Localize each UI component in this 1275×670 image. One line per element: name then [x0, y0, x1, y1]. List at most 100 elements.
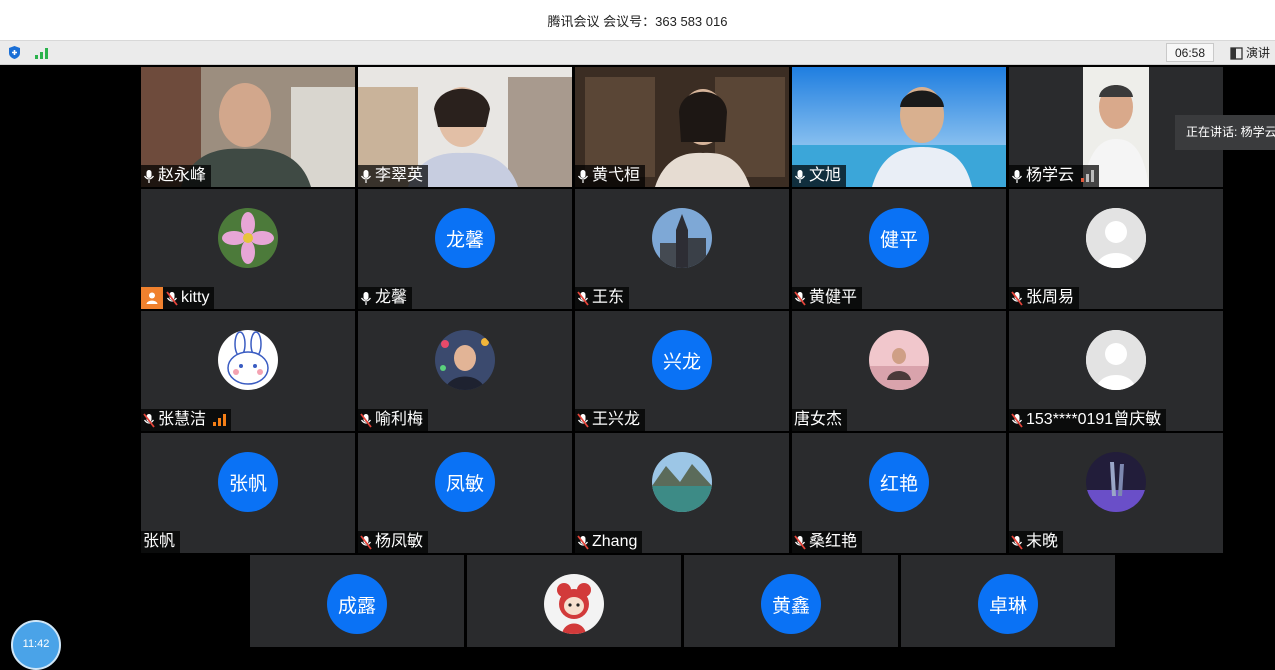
- participant-name: 张帆: [143, 533, 176, 550]
- participant-name: 王兴龙: [592, 411, 641, 428]
- layout-icon: [1230, 46, 1243, 60]
- mic-muted-icon: [166, 290, 178, 306]
- participant-name-bar: 桑红艳: [792, 531, 863, 553]
- mic-muted-icon: [1011, 412, 1023, 428]
- participant-name: 杨凤敏: [375, 533, 424, 550]
- participant-tile-video[interactable]: 赵永峰: [141, 67, 355, 187]
- mic-icon: [360, 291, 372, 305]
- meeting-timer: 06:58: [1166, 43, 1214, 62]
- participant-name: 王东: [592, 289, 625, 306]
- participant-name-bar: 赵永峰: [141, 165, 212, 187]
- participant-tile[interactable]: Zhang: [575, 433, 789, 553]
- participant-tile[interactable]: 153****0191曾庆敏: [1009, 311, 1223, 431]
- user-icon: [141, 287, 163, 309]
- default-avatar-icon: [1086, 330, 1146, 390]
- dark-avatar-icon: [1086, 452, 1146, 512]
- mic-icon: [577, 169, 589, 183]
- person-avatar-icon: [435, 330, 495, 390]
- flower-avatar-icon: [218, 208, 278, 268]
- participant-name: 龙馨: [375, 289, 408, 306]
- participant-tile[interactable]: 龙馨 龙馨: [358, 189, 572, 309]
- participant-name: kitty: [181, 289, 210, 306]
- mic-icon: [143, 169, 155, 183]
- participant-avatar: 红艳: [869, 452, 929, 512]
- mic-muted-icon: [360, 412, 372, 428]
- participant-tile[interactable]: 卓琳: [901, 555, 1115, 647]
- participant-name-bar: 李翠英: [358, 165, 429, 187]
- participant-name-bar: 王兴龙: [575, 409, 646, 431]
- participant-avatar: 黄鑫: [761, 574, 821, 634]
- mic-icon: [360, 169, 372, 183]
- participant-avatar: 张帆: [218, 452, 278, 512]
- participant-name: 桑红艳: [809, 533, 858, 550]
- signal-bars-icon: [1081, 170, 1095, 182]
- participant-tile[interactable]: 兴龙 王兴龙: [575, 311, 789, 431]
- mic-muted-icon: [577, 412, 589, 428]
- participant-avatar: 龙馨: [435, 208, 495, 268]
- participant-name-bar: Zhang: [575, 531, 643, 553]
- participant-tile[interactable]: 张慧洁: [141, 311, 355, 431]
- participant-tile[interactable]: [467, 555, 681, 647]
- participant-tile[interactable]: 张周易: [1009, 189, 1223, 309]
- participant-tile[interactable]: 成露: [250, 555, 464, 647]
- participant-avatar: 凤敏: [435, 452, 495, 512]
- participant-name: 末晚: [1026, 533, 1059, 550]
- mic-muted-icon: [577, 290, 589, 306]
- floating-clock-widget[interactable]: 11:42: [11, 620, 61, 670]
- participant-name-bar: 唐女杰: [792, 409, 848, 431]
- participant-avatar: 兴龙: [652, 330, 712, 390]
- participant-name: 文旭: [809, 167, 842, 184]
- participant-name: 张慧洁: [158, 411, 207, 428]
- participant-name: Zhang: [592, 533, 638, 550]
- participant-avatar: 卓琳: [978, 574, 1038, 634]
- participant-name: 黄健平: [809, 289, 858, 306]
- mic-icon: [794, 169, 806, 183]
- participant-name-bar: 张周易: [1009, 287, 1080, 309]
- participant-name-bar: 黄弋桓: [575, 165, 646, 187]
- participant-name: 黄弋桓: [592, 167, 641, 184]
- participant-name-bar: 153****0191曾庆敏: [1009, 409, 1167, 431]
- mic-muted-icon: [1011, 290, 1023, 306]
- participant-name: 喻利梅: [375, 411, 424, 428]
- clock-time: 11:42: [22, 638, 50, 650]
- mic-muted-icon: [794, 534, 806, 550]
- participant-tile-video[interactable]: 文旭: [792, 67, 1006, 187]
- top-toolbar: 06:58 演讲: [0, 40, 1275, 65]
- participant-name: 李翠英: [375, 167, 424, 184]
- speaker-view-button[interactable]: 演讲: [1230, 44, 1270, 62]
- participant-name-bar: 末晚: [1009, 531, 1064, 553]
- participant-name-bar: 喻利梅: [358, 409, 429, 431]
- mic-muted-icon: [794, 290, 806, 306]
- room-avatar-icon: [869, 330, 929, 390]
- network-signal-icon[interactable]: [34, 46, 50, 60]
- participant-tile-video[interactable]: 李翠英: [358, 67, 572, 187]
- participant-name: 153****0191曾庆敏: [1026, 411, 1162, 428]
- participant-name-bar: 王东: [575, 287, 630, 309]
- window-title: 腾讯会议 会议号：363 583 016: [547, 13, 728, 29]
- participant-tile[interactable]: kitty: [141, 189, 355, 309]
- participant-name: 唐女杰: [794, 411, 843, 428]
- participant-tile[interactable]: 红艳 桑红艳: [792, 433, 1006, 553]
- signal-bars-icon: [213, 414, 227, 426]
- speaker-view-label: 演讲: [1246, 46, 1271, 60]
- shield-icon[interactable]: [7, 45, 22, 60]
- participant-tile[interactable]: 健平 黄健平: [792, 189, 1006, 309]
- participant-name-bar: 杨学云: [1009, 165, 1100, 187]
- rabbit-avatar-icon: [218, 330, 278, 390]
- participant-tile[interactable]: 黄鑫: [684, 555, 898, 647]
- lake-avatar-icon: [652, 452, 712, 512]
- participant-tile[interactable]: 张帆 张帆: [141, 433, 355, 553]
- participant-tile[interactable]: 末晚: [1009, 433, 1223, 553]
- cartoon-avatar-icon: [544, 574, 604, 634]
- mic-muted-icon: [143, 412, 155, 428]
- participant-name: 杨学云: [1026, 167, 1075, 184]
- participant-name-bar: 文旭: [792, 165, 847, 187]
- mic-muted-icon: [1011, 534, 1023, 550]
- participant-tile[interactable]: 喻利梅: [358, 311, 572, 431]
- participant-tile[interactable]: 王东: [575, 189, 789, 309]
- participant-tile[interactable]: 凤敏 杨凤敏: [358, 433, 572, 553]
- participant-name-bar: kitty: [141, 287, 215, 309]
- participant-tile[interactable]: 唐女杰: [792, 311, 1006, 431]
- participant-tile-video[interactable]: 黄弋桓: [575, 67, 789, 187]
- participant-name-bar: 张慧洁: [141, 409, 232, 431]
